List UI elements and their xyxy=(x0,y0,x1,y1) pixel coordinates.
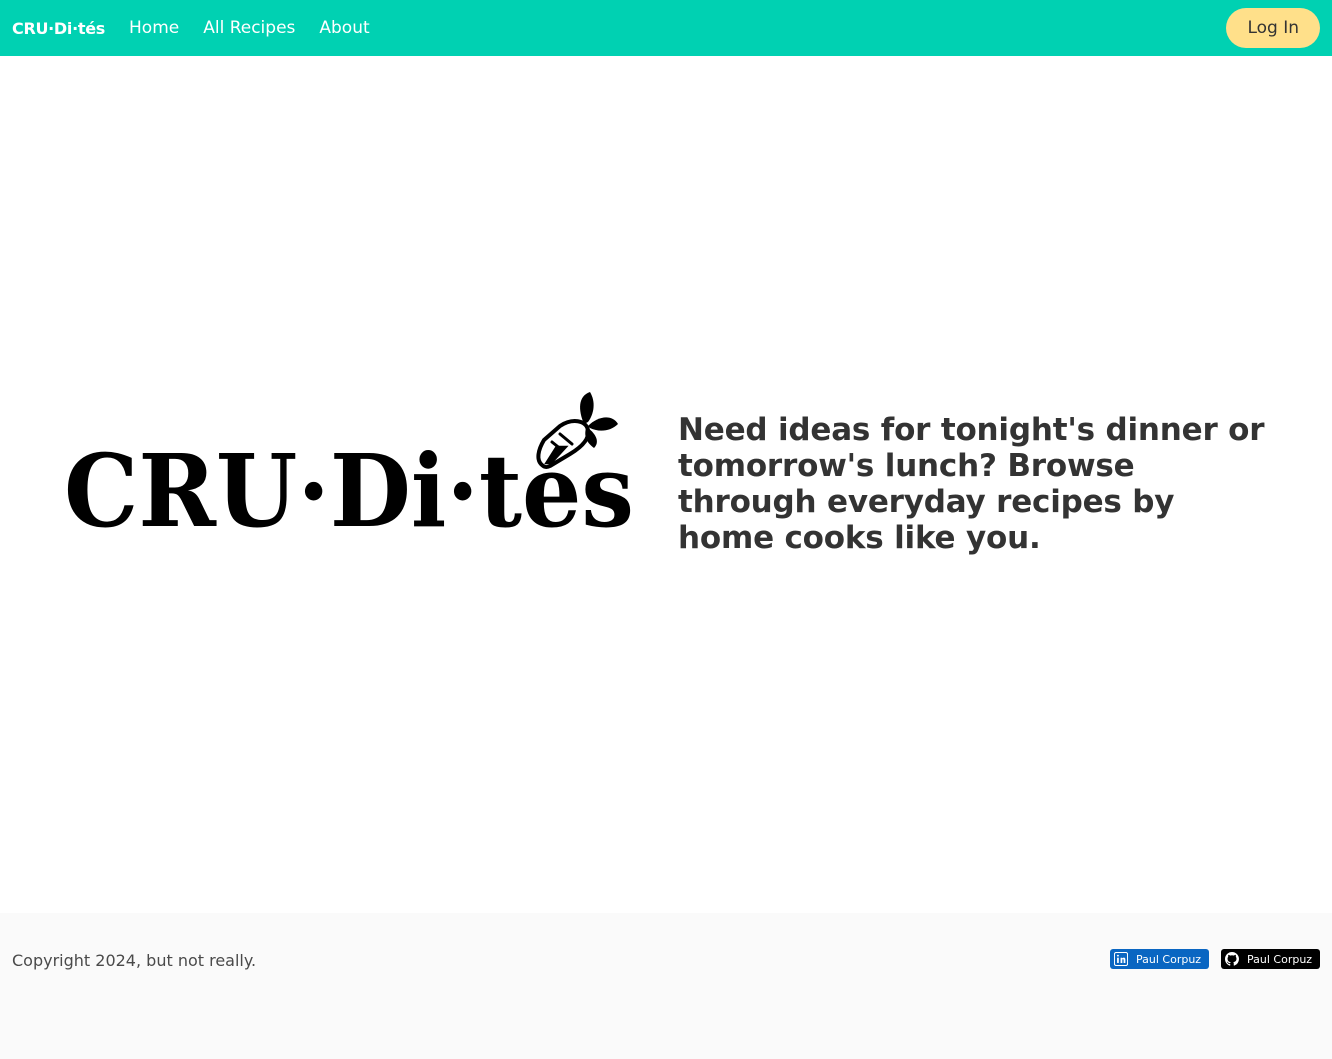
linkedin-badge[interactable]: Paul Corpuz xyxy=(1110,949,1209,969)
github-icon xyxy=(1225,952,1239,966)
hero-section: CRU·Di·tés Need ideas for tonight's dinn… xyxy=(0,56,1332,913)
brand-link[interactable]: CRU·Di·tés xyxy=(12,19,105,38)
github-badge[interactable]: Paul Corpuz xyxy=(1221,949,1320,969)
linkedin-icon xyxy=(1114,952,1128,966)
linkedin-badge-label: Paul Corpuz xyxy=(1136,952,1202,966)
nav-link-about[interactable]: About xyxy=(319,18,369,38)
logo-wordmark: CRU·Di·tés xyxy=(64,432,634,535)
login-button[interactable]: Log In xyxy=(1226,8,1320,48)
nav-link-all-recipes[interactable]: All Recipes xyxy=(203,18,295,38)
navbar: CRU·Di·tés Home All Recipes About Log In xyxy=(0,0,1332,56)
footer: Copyright 2024, but not really. Paul Cor… xyxy=(0,913,1332,1059)
github-badge-label: Paul Corpuz xyxy=(1247,952,1313,966)
hero-tagline: Need ideas for tonight's dinner or tomor… xyxy=(678,412,1265,556)
copyright-text: Copyright 2024, but not really. xyxy=(12,951,257,970)
nav-link-home[interactable]: Home xyxy=(129,18,179,38)
crudites-logo: CRU·Di·tés xyxy=(64,392,634,535)
